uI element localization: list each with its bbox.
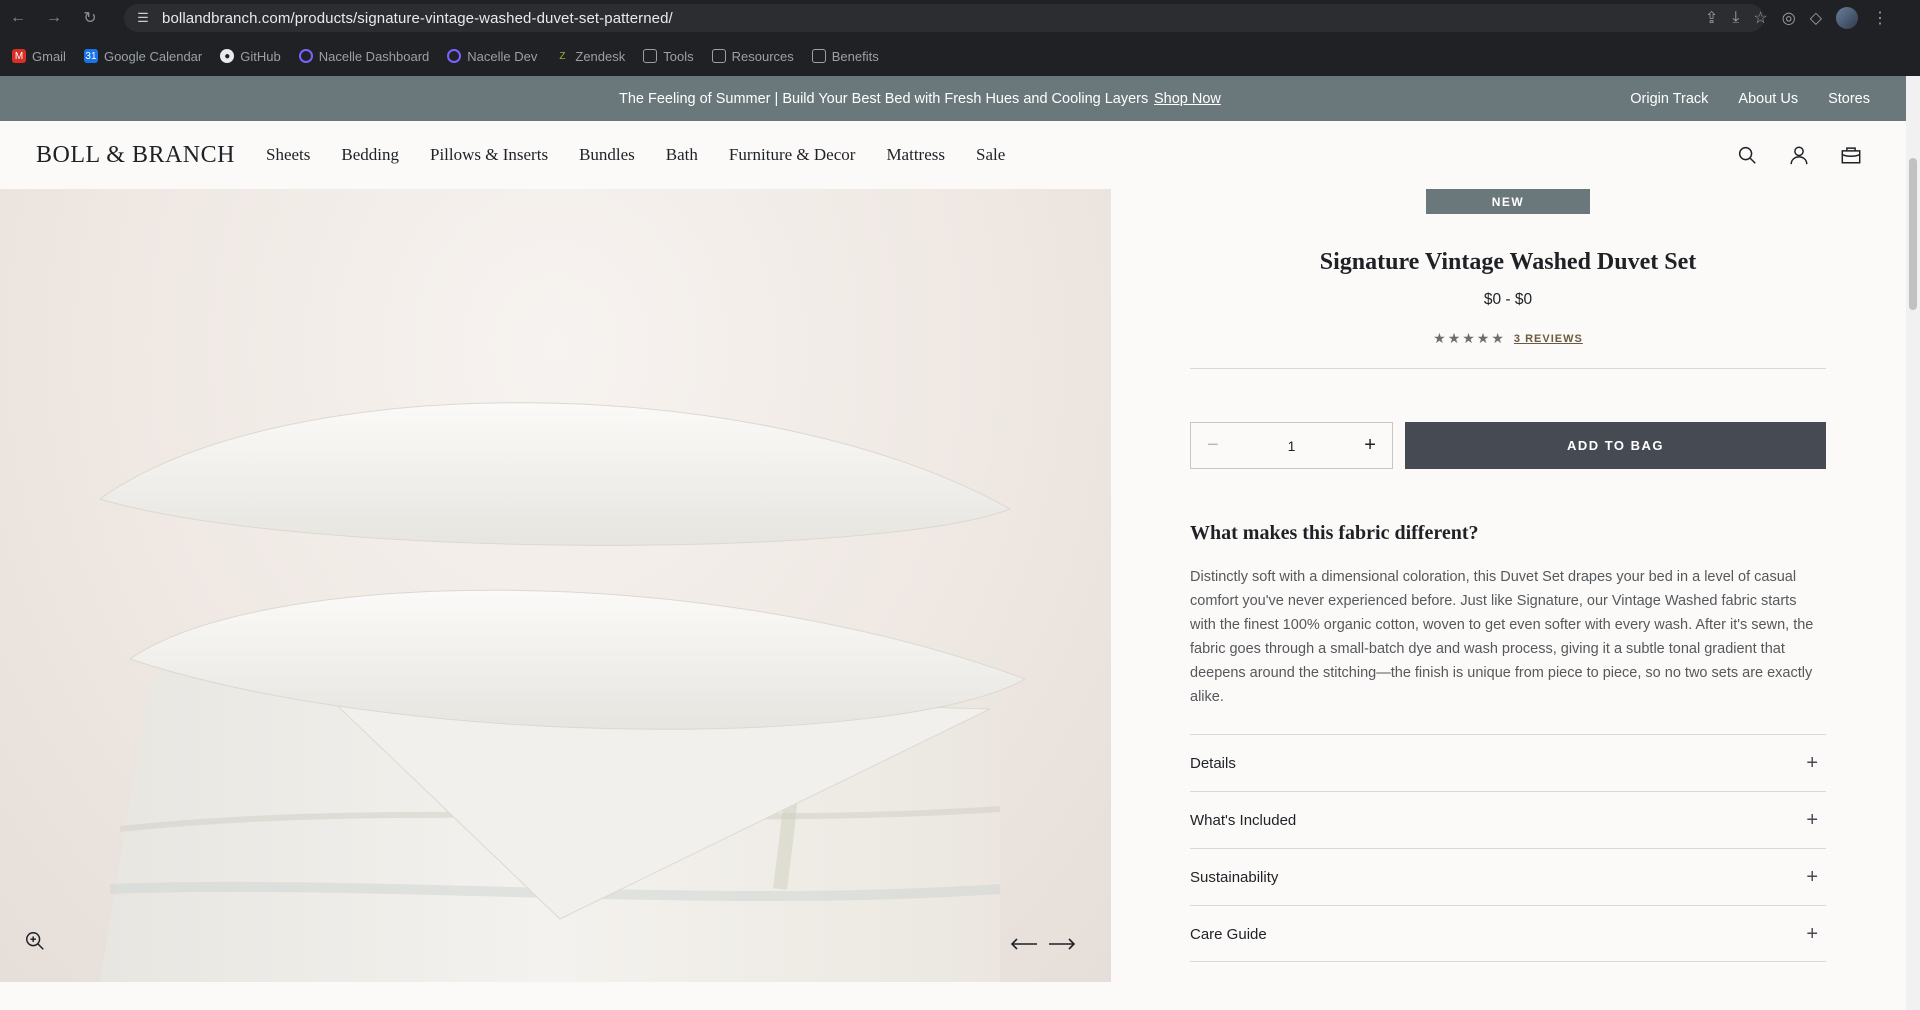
menu-dots-icon[interactable]: ⋮ [1872, 8, 1888, 28]
accordion-label: What's Included [1190, 811, 1297, 829]
bookmark-zendesk[interactable]: Z Zendesk [555, 49, 625, 64]
nacelle-icon [447, 49, 462, 63]
shop-now-link[interactable]: Shop Now [1154, 91, 1221, 107]
fabric-description: Distinctly soft with a dimensional color… [1190, 569, 1814, 705]
forward-arrow-icon[interactable]: → [36, 0, 72, 36]
fabric-heading: What makes this fabric different? [1190, 522, 1479, 544]
accordion-whats-included[interactable]: What's Included + [1190, 791, 1826, 848]
about-us-link[interactable]: About Us [1738, 91, 1798, 107]
scrollbar-thumb[interactable] [1909, 158, 1917, 310]
utility-links: Origin Track About Us Stores [1630, 91, 1870, 107]
nav-furniture-decor[interactable]: Furniture & Decor [729, 145, 856, 165]
bookmark-github[interactable]: ● GitHub [220, 49, 281, 64]
extension-icon[interactable]: ◎ [1782, 8, 1796, 28]
nav-bundles[interactable]: Bundles [579, 145, 635, 165]
plus-icon: + [1806, 808, 1818, 831]
url-text: bollandbranch.com/products/signature-vin… [162, 9, 673, 27]
main-nav: Sheets Bedding Pillows & Inserts Bundles… [266, 145, 1005, 165]
origin-track-link[interactable]: Origin Track [1630, 91, 1708, 107]
site-settings-icon[interactable]: ☰ [134, 9, 152, 27]
product-price: $0 - $0 [1483, 291, 1533, 308]
product-image [98, 402, 1027, 982]
bookmark-google-calendar[interactable]: 31 Google Calendar [83, 49, 202, 64]
share-icon[interactable]: ⇪ [1705, 8, 1718, 28]
page-scrollbar[interactable] [1906, 76, 1920, 1010]
header-actions [1736, 144, 1862, 166]
quantity-value[interactable]: 1 [1288, 438, 1296, 454]
calendar-icon: 31 [83, 49, 98, 63]
bookmark-star-icon[interactable]: ☆ [1753, 8, 1767, 28]
increment-button[interactable]: + [1364, 434, 1376, 457]
plus-icon: + [1806, 751, 1818, 774]
accordion-details[interactable]: Details + [1190, 734, 1826, 791]
accordion-label: Details [1190, 754, 1236, 772]
install-icon[interactable]: ⤓ [1732, 9, 1739, 27]
zendesk-icon: Z [559, 50, 566, 62]
new-badge: NEW [1426, 189, 1590, 214]
stores-link[interactable]: Stores [1828, 91, 1870, 107]
github-icon: ● [220, 49, 235, 63]
accordion-care-guide[interactable]: Care Guide + [1190, 905, 1826, 962]
folder-icon [643, 49, 658, 63]
promo-banner: The Feeling of Summer | Build Your Best … [0, 76, 1906, 121]
puzzle-icon[interactable]: ◇ [1810, 8, 1822, 28]
profile-avatar[interactable] [1836, 7, 1858, 29]
bookmark-nacelle-dashboard[interactable]: Nacelle Dashboard [298, 49, 429, 64]
bag-icon[interactable] [1840, 144, 1862, 166]
product-gallery [0, 189, 1111, 982]
browser-toolbar: ← → ↻ ☰ bollandbranch.com/products/signa… [0, 0, 1920, 36]
accordion-sustainability[interactable]: Sustainability + [1190, 848, 1826, 905]
site-logo[interactable]: BOLL & BRANCH [36, 142, 235, 169]
nav-pillows-inserts[interactable]: Pillows & Inserts [430, 145, 548, 165]
account-icon[interactable] [1788, 144, 1810, 166]
plus-icon: + [1806, 865, 1818, 888]
nav-bath[interactable]: Bath [666, 145, 698, 165]
site-header: BOLL & BRANCH Sheets Bedding Pillows & I… [0, 121, 1906, 189]
bookmarks-bar: M Gmail 31 Google Calendar ● GitHub Nacelle… [0, 36, 1920, 76]
nacelle-icon [298, 49, 313, 63]
divider [1190, 961, 1826, 962]
folder-icon [711, 49, 726, 63]
quantity-stepper: − 1 + [1190, 422, 1393, 469]
search-icon[interactable] [1736, 144, 1758, 166]
nav-sheets[interactable]: Sheets [266, 145, 310, 165]
bookmark-nacelle-dev[interactable]: Nacelle Dev [447, 49, 537, 64]
decrement-button[interactable]: − [1207, 434, 1219, 457]
divider [1190, 368, 1826, 369]
promo-text: The Feeling of Summer | Build Your Best … [619, 90, 1149, 107]
nav-bedding[interactable]: Bedding [341, 145, 399, 165]
add-to-bag-button[interactable]: ADD TO BAG [1405, 422, 1826, 469]
bookmark-benefits[interactable]: Benefits [811, 49, 879, 64]
reviews-link[interactable]: 3 REVIEWS [1514, 333, 1583, 345]
bookmark-resources[interactable]: Resources [711, 49, 794, 64]
address-bar[interactable]: ☰ bollandbranch.com/products/signature-v… [124, 4, 1764, 32]
product-title: Signature Vintage Washed Duvet Set [1319, 249, 1697, 275]
back-arrow-icon[interactable]: ← [0, 0, 36, 36]
nav-sale[interactable]: Sale [976, 145, 1005, 165]
reload-icon[interactable]: ↻ [72, 0, 108, 36]
rating-row: ★★★★★ 3 REVIEWS [1190, 330, 1826, 347]
star-rating-icon: ★★★★★ [1433, 330, 1506, 346]
folder-icon [811, 49, 826, 63]
plus-icon: + [1806, 922, 1818, 945]
bookmark-gmail[interactable]: M Gmail [12, 49, 66, 64]
arrow-right-icon[interactable] [1047, 934, 1077, 954]
zoom-icon[interactable] [24, 930, 46, 952]
accordion-label: Sustainability [1190, 868, 1279, 886]
accordion-label: Care Guide [1190, 925, 1267, 943]
nav-mattress[interactable]: Mattress [886, 145, 945, 165]
browser-extensions: ⇪ ⤓ ☆ ◎ ◇ ⋮ [1705, 0, 1920, 36]
bookmark-tools[interactable]: Tools [643, 49, 694, 64]
arrow-left-icon[interactable] [1009, 934, 1039, 954]
gmail-icon: M [12, 49, 26, 63]
